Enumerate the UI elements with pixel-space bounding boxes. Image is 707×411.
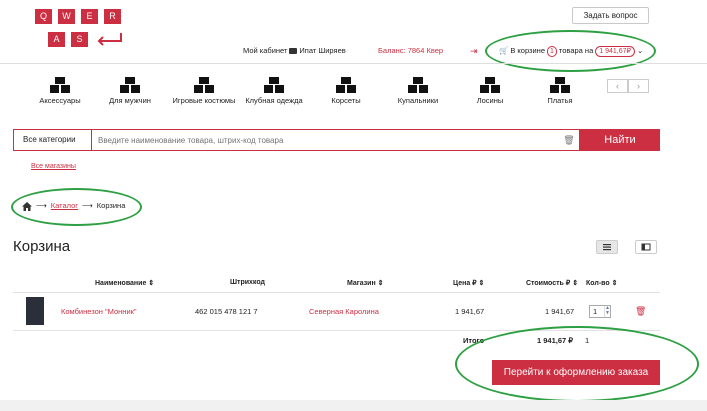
cart-summary[interactable]: 🛒 В корзине 1 товара на 1 941,67₽ ⌄ [499, 45, 643, 57]
chevron-down-icon[interactable]: ⌄ [637, 45, 643, 57]
col-header-qty[interactable]: Кол-во ⇕ [586, 279, 617, 287]
search-bar: Все категории 🗑 [13, 129, 580, 151]
table-divider [13, 292, 660, 293]
product-thumbnail[interactable] [26, 297, 44, 325]
header-divider [0, 63, 707, 64]
logo-tile: Q [35, 9, 52, 24]
total-qty: 1 [585, 336, 590, 345]
product-cost: 1 941,67 [545, 307, 575, 316]
col-header-name[interactable]: Наименование ⇕ [95, 279, 154, 287]
breadcrumb: ⟶ Каталог ⟶ Корзина [22, 201, 125, 211]
grid-view-button[interactable] [635, 240, 657, 254]
logo-tile: W [58, 9, 75, 24]
category-label: Для мужчин [109, 96, 151, 105]
chevron-right-icon[interactable]: › [628, 79, 649, 93]
col-header-cost[interactable]: Стоимость ₽ ⇕ [526, 279, 578, 287]
category-item[interactable]: Купальники [378, 77, 458, 105]
cart-count-badge: 1 [547, 45, 557, 57]
trash-icon[interactable]: 🗑 [559, 130, 579, 150]
col-header-barcode: Штрихкод [230, 279, 265, 286]
briefcase-icon [289, 48, 298, 54]
arrow-right-icon: ⟶ [82, 201, 93, 210]
category-label: Игровые костюмы [172, 96, 236, 105]
col-header-shop[interactable]: Магазин ⇕ [347, 279, 384, 287]
total-label: Итого [463, 336, 485, 345]
category-item[interactable]: Аксессуары [20, 77, 100, 105]
footer [0, 400, 707, 411]
list-icon [603, 244, 611, 251]
cabinet-link[interactable]: Мой кабинет Ипат Ширяев [243, 45, 346, 57]
all-shops-link[interactable]: Все магазины [31, 163, 76, 170]
user-name: Ипат Ширяев [299, 46, 346, 55]
category-label: Платья [547, 96, 573, 105]
logo-tile: E [81, 9, 98, 24]
boxes-icon [264, 77, 284, 93]
category-nav: Аксессуары Для мужчин Игровые костюмы Кл… [20, 77, 600, 127]
category-label: Аксессуары [39, 96, 81, 105]
cabinet-label: Мой кабинет [243, 46, 288, 55]
page-title: Корзина [13, 238, 71, 255]
category-item[interactable]: Платья [520, 77, 600, 105]
logo-tile: A [48, 32, 65, 47]
logo-tile: S [71, 32, 88, 47]
table-divider [13, 330, 660, 331]
cart-suffix: товара на [558, 46, 594, 55]
home-icon[interactable] [22, 201, 32, 211]
category-label: Лосины [476, 96, 504, 105]
logout-icon[interactable]: ⇥ [470, 45, 478, 57]
category-label: Клубная одежда [245, 96, 303, 105]
boxes-icon [194, 77, 214, 93]
boxes-icon [550, 77, 570, 93]
boxes-icon [408, 77, 428, 93]
total-cost: 1 941,67 ₽ [537, 336, 574, 345]
boxes-icon [480, 77, 500, 93]
product-name-link[interactable]: Комбинезон "Монник" [61, 307, 137, 316]
return-arrow-icon [97, 33, 122, 46]
category-scroll: ‹ › [607, 79, 649, 93]
arrow-right-icon: ⟶ [36, 201, 47, 210]
cart-prefix: В корзине [510, 46, 545, 55]
category-item[interactable]: Лосины [450, 77, 530, 105]
balance-text: Баланс: 7864 Квер [378, 46, 444, 55]
category-item[interactable]: Для мужчин [90, 77, 170, 105]
boxes-icon [120, 77, 140, 93]
cart-total-badge: 1 941,67₽ [595, 45, 635, 57]
category-item[interactable]: Игровые костюмы [164, 77, 244, 105]
product-shop-link[interactable]: Северная Каролина [309, 307, 379, 316]
breadcrumb-catalog-link[interactable]: Каталог [51, 201, 78, 211]
delete-icon[interactable]: 🗑 [635, 306, 646, 317]
col-header-price[interactable]: Цена ₽ ⇕ [453, 279, 484, 287]
search-input[interactable] [92, 130, 559, 150]
product-price: 1 941,67 [455, 307, 485, 316]
category-select[interactable]: Все категории [14, 130, 92, 150]
table-view-icon [641, 243, 651, 251]
boxes-icon [50, 77, 70, 93]
boxes-icon [336, 77, 356, 93]
search-button[interactable]: Найти [580, 129, 660, 151]
logo-tile: R [104, 9, 121, 24]
category-label: Корсеты [331, 96, 361, 105]
ask-question-button[interactable]: Задать вопрос [572, 7, 649, 24]
product-barcode: 462 015 478 121 7 [195, 307, 258, 316]
category-item[interactable]: Корсеты [306, 77, 386, 105]
category-item[interactable]: Клубная одежда [234, 77, 314, 105]
stepper-arrows-icon[interactable]: ▲ ▼ [604, 306, 610, 317]
breadcrumb-current: Корзина [96, 201, 126, 210]
chevron-left-icon[interactable]: ‹ [607, 79, 628, 93]
category-label: Купальники [397, 96, 439, 105]
list-view-button[interactable] [596, 240, 618, 254]
cart-icon: 🛒 [499, 46, 509, 55]
checkout-button[interactable]: Перейти к оформлению заказа [492, 360, 660, 385]
